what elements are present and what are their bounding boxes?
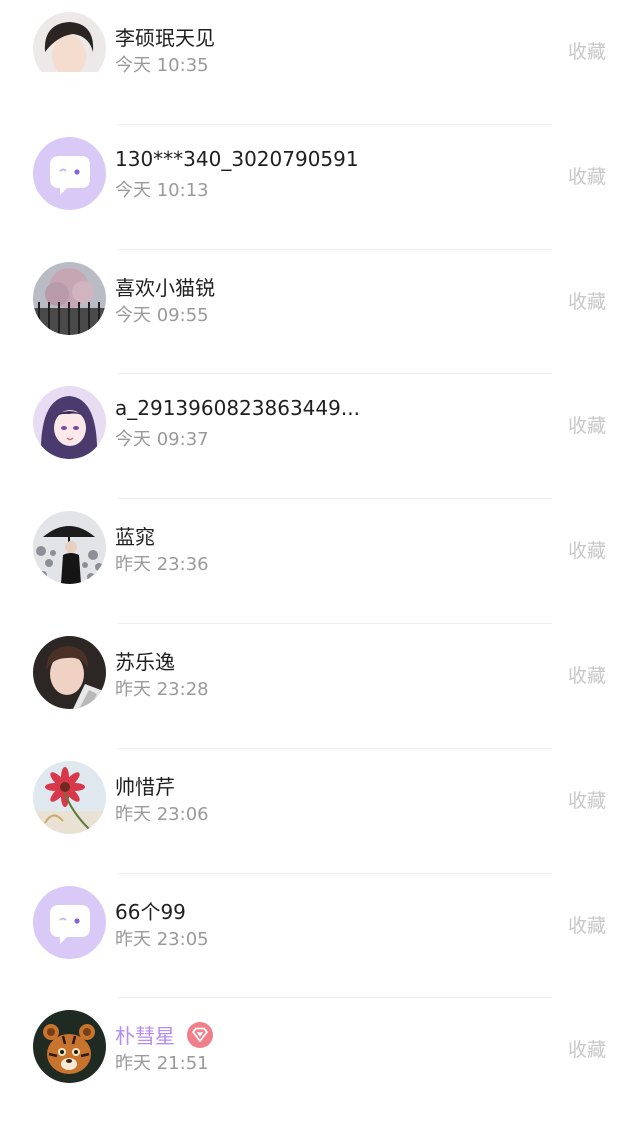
avatar[interactable] [33,760,106,834]
chat-bubble-icon [33,136,106,210]
collect-button[interactable]: 收藏 [568,661,606,688]
visitor-list: 李硕珉天见 今天 10:35 收藏 130***340_3020790591 今… [0,0,640,1123]
visit-time: 昨天 23:36 [115,554,209,576]
list-item[interactable]: 帅惜芹 昨天 23:06 收藏 [0,749,640,874]
visitor-name: 李硕珉天见 [115,26,215,50]
avatar[interactable] [33,261,106,335]
diamond-heart-icon [187,1021,213,1048]
avatar[interactable] [33,635,106,709]
collect-button[interactable]: 收藏 [568,786,606,813]
visitor-name: 蓝窕 [115,525,155,550]
avatar[interactable] [33,136,106,210]
visit-time: 昨天 23:06 [115,803,209,825]
visit-time: 今天 09:55 [115,304,209,326]
visitor-name: 帅惜芹 [115,774,175,799]
collect-button[interactable]: 收藏 [568,411,606,438]
list-item[interactable]: a_2913960823863449... 今天 09:37 收藏 [0,374,640,499]
visitor-name: 130***340_3020790591 [115,146,359,171]
visit-time: 昨天 23:05 [115,928,209,950]
collect-button[interactable]: 收藏 [568,911,606,938]
visitor-name: 朴彗星 [115,1020,213,1049]
list-item[interactable]: 苏乐逸 昨天 23:28 收藏 [0,624,640,749]
avatar[interactable] [33,1010,106,1084]
visit-time: 今天 10:13 [115,179,209,201]
visit-time: 今天 09:37 [115,429,209,451]
visitor-name: 苏乐逸 [115,649,175,674]
avatar[interactable] [33,12,106,85]
visitor-name: a_2913960823863449... [115,396,360,421]
list-item[interactable]: 130***340_3020790591 今天 10:13 收藏 [0,125,640,250]
visit-time: 昨天 23:28 [115,678,209,700]
avatar[interactable] [33,885,106,959]
collect-button[interactable]: 收藏 [568,287,606,314]
list-item[interactable]: 朴彗星 昨天 21:51 收藏 [0,998,640,1123]
chat-bubble-icon [33,885,106,959]
list-item[interactable]: 66个99 昨天 23:05 收藏 [0,874,640,999]
avatar[interactable] [33,511,106,585]
list-item[interactable]: 蓝窕 昨天 23:36 收藏 [0,499,640,624]
visitor-name: 66个99 [115,899,186,924]
collect-button[interactable]: 收藏 [568,37,606,64]
collect-button[interactable]: 收藏 [568,536,606,563]
avatar[interactable] [33,386,106,460]
collect-button[interactable]: 收藏 [568,162,606,189]
visit-time: 昨天 21:51 [115,1053,209,1075]
visit-time: 今天 10:35 [115,55,209,76]
collect-button[interactable]: 收藏 [568,1035,606,1062]
visitor-name: 喜欢小猫锐 [115,275,215,300]
list-item[interactable]: 喜欢小猫锐 今天 09:55 收藏 [0,250,640,375]
list-item[interactable]: 李硕珉天见 今天 10:35 收藏 [0,0,640,125]
